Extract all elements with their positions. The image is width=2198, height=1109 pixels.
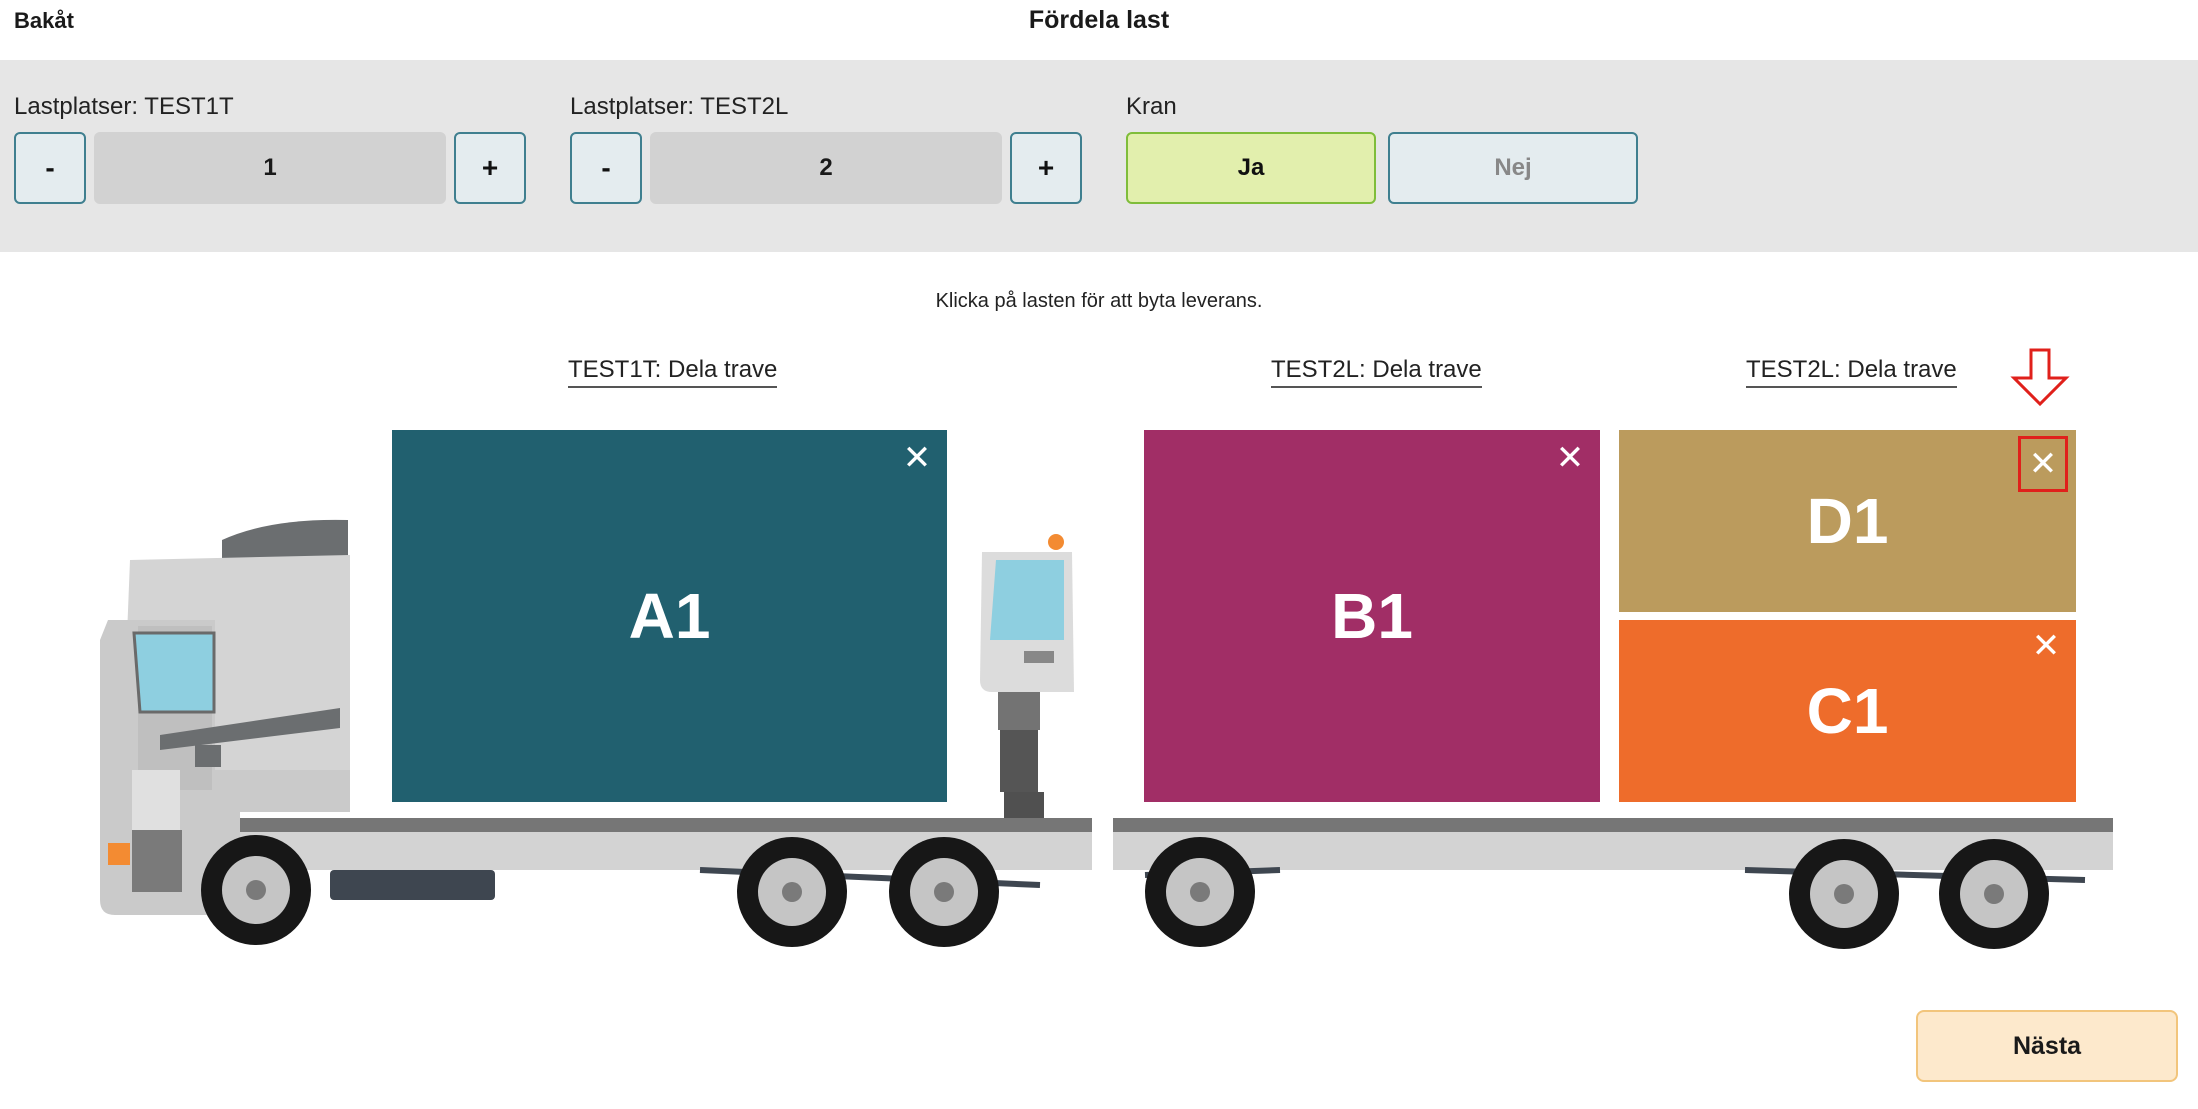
cargo-a1-remove-icon[interactable]: ✕ bbox=[895, 436, 939, 480]
cargo-d1-remove-icon[interactable]: ✕ bbox=[2018, 436, 2068, 492]
cargo-c1[interactable]: C1 ✕ bbox=[1619, 620, 2076, 802]
cargo-b1-label: B1 bbox=[1331, 580, 1413, 652]
crane-illustration bbox=[980, 534, 1074, 818]
cargo-a1[interactable]: A1 ✕ bbox=[392, 430, 947, 802]
cargo-b1[interactable]: B1 ✕ bbox=[1144, 430, 1600, 802]
cargo-c1-remove-icon[interactable]: ✕ bbox=[2024, 624, 2068, 668]
trailer2-deck bbox=[1113, 818, 2113, 832]
cargo-d1-label: D1 bbox=[1806, 485, 1889, 557]
arrow-down-icon bbox=[2010, 348, 2070, 407]
cargo-d1[interactable]: D1 ✕ bbox=[1619, 430, 2076, 612]
cargo-b1-remove-icon[interactable]: ✕ bbox=[1548, 436, 1592, 480]
cargo-c1-label: C1 bbox=[1806, 675, 1889, 747]
cargo-a1-label: A1 bbox=[628, 580, 711, 652]
trailer1-deck bbox=[240, 818, 1092, 832]
next-button[interactable]: Nästa bbox=[1916, 1010, 2178, 1082]
